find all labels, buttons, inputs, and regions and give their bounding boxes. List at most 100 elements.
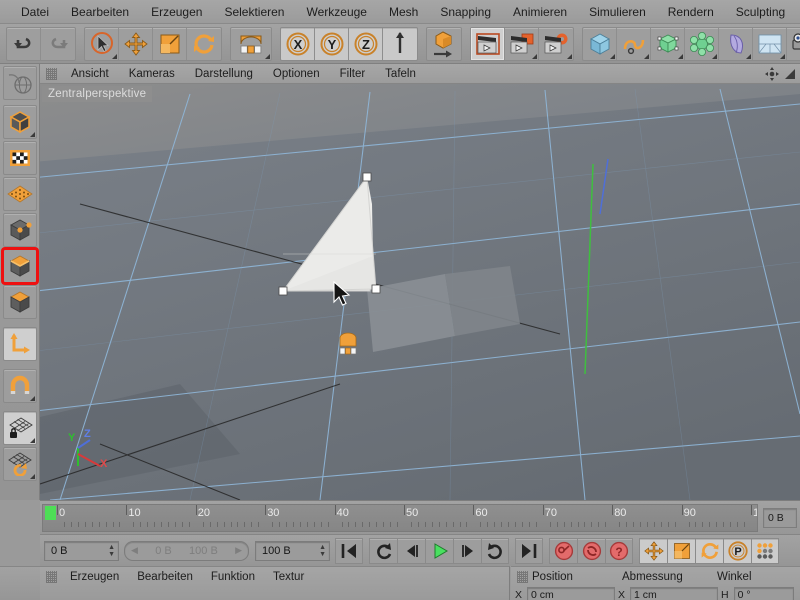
pla-keyframe-button[interactable] [751,537,779,564]
menu-item-mograph[interactable]: MoGraph [796,3,800,21]
material-menu-funktion[interactable]: Funktion [202,571,264,583]
menu-item-simulieren[interactable]: Simulieren [578,3,657,21]
move-tool-button[interactable] [119,27,153,60]
rotation-keyframe-button[interactable] [695,537,723,564]
axis-lock-y-button[interactable]: Y [315,27,349,60]
sidebar-item-polygons-mode[interactable] [2,285,37,319]
max-frame-field[interactable]: 100 B ▲ ▼ [255,540,330,561]
sidebar-item-workplane-rotate[interactable] [2,447,37,481]
timeline-tick-major [265,504,267,515]
sidebar-item-workplane-lock[interactable] [2,411,37,445]
render-region-button[interactable] [505,27,539,60]
keyframe-selection-button[interactable]: ? [605,537,633,564]
axis-lock-x-button[interactable]: X [281,27,315,60]
undo-button[interactable] [7,27,41,60]
current-frame-stepper-icon[interactable]: ▲ ▼ [108,544,115,558]
timeline-tick-minor [445,521,447,527]
timeline-tick-minor [154,521,156,527]
live-selection-button[interactable] [85,27,119,60]
axis-lock-z-button[interactable]: Z [349,27,383,60]
scale-keyframe-button[interactable] [667,537,695,564]
menu-item-rendern[interactable]: Rendern [657,3,725,21]
coordinates-angle-h-field[interactable]: 0 ° [733,587,794,600]
record-active-objects-button[interactable] [549,537,577,564]
render-view-button[interactable] [471,27,505,60]
max-frame-stepper-icon[interactable]: ▲ ▼ [319,544,326,558]
primitive-button[interactable] [583,27,617,60]
timeline-tick-minor [376,521,378,527]
environment-button[interactable] [753,27,787,60]
viewport-menu-filter[interactable]: Filter [330,68,376,80]
menu-item-selektieren[interactable]: Selektieren [213,3,295,21]
sidebar-item-snap-mode[interactable] [2,369,37,403]
timeline-tick-minor [216,521,218,527]
sidebar-item-texture-mode[interactable] [2,141,37,175]
floor-environment-icon [758,34,781,53]
preview-range-field[interactable]: ◀ 0 B 100 B ▶ [124,540,249,561]
current-frame-field[interactable]: 0 B ▲ ▼ [44,540,119,561]
autokeying-button[interactable] [577,537,605,564]
viewport-menu-optionen[interactable]: Optionen [263,68,330,80]
viewport-menu-ansicht[interactable]: Ansicht [61,68,119,80]
rotate-icon [701,542,718,559]
coordinates-size-x-field[interactable]: 1 cm [630,587,719,600]
go-to-end-button[interactable] [515,537,543,564]
go-to-start-button[interactable] [335,537,363,564]
generator-button[interactable] [651,27,685,60]
menu-item-bearbeiten[interactable]: Bearbeiten [60,3,140,21]
sidebar-item-axis-mode[interactable] [2,327,37,361]
menu-item-snapping[interactable]: Snapping [429,3,502,21]
menu-item-erzeugen[interactable]: Erzeugen [140,3,213,21]
deformer-button[interactable] [719,27,753,60]
menu-item-datei[interactable]: Datei [10,3,60,21]
sidebar-item-object-mode[interactable] [2,105,37,139]
panel-grip-icon [46,67,57,80]
viewport-menu-tafeln[interactable]: Tafeln [375,68,426,80]
previous-keyframe-button[interactable] [369,537,397,564]
menu-item-werkzeuge[interactable]: Werkzeuge [295,3,377,21]
timeline-tick-minor [383,521,385,527]
viewport-3d-scene[interactable]: Y Z X [40,84,800,500]
range-left-arrow-icon[interactable]: ◀ [131,545,138,556]
viewport-menu-darstellung[interactable]: Darstellung [185,68,263,80]
material-menu-textur[interactable]: Textur [264,571,313,583]
make-editable-button[interactable] [427,28,461,60]
redo-button[interactable] [41,28,75,60]
parameter-keyframe-button[interactable]: P [723,537,751,564]
zoom-view-icon[interactable] [782,66,798,82]
step-back-button[interactable] [397,537,425,564]
sidebar-item-world-axis[interactable] [2,66,37,100]
sidebar-item-edges-mode[interactable] [2,249,37,283]
scale-tool-button[interactable] [153,27,187,60]
menu-item-mesh[interactable]: Mesh [378,3,429,21]
viewport-menu-kameras[interactable]: Kameras [119,68,185,80]
step-forward-button[interactable] [453,537,481,564]
mograph-button[interactable] [685,27,719,60]
viewport-panel[interactable]: Ansicht Kameras Darstellung Optionen Fil… [40,64,800,500]
range-right-arrow-icon[interactable]: ▶ [235,545,242,556]
camera-button[interactable] [787,28,800,60]
next-keyframe-button[interactable] [481,537,509,564]
current-frame-value: 0 B [51,544,68,557]
play-button[interactable] [425,537,453,564]
timeline-end-field[interactable]: 0 B [763,507,797,528]
coordinates-header-position: Position [532,571,573,583]
spline-button[interactable] [617,27,651,60]
timeline-ruler[interactable]: 0 10 20 30 40 50 60 70 80 90 100 [42,503,758,532]
menu-item-sculpting[interactable]: Sculpting [725,3,796,21]
menu-item-animieren[interactable]: Animieren [502,3,578,21]
coordinates-position-x-field[interactable]: 0 cm [527,587,616,600]
rotate-tool-button[interactable] [187,28,221,60]
sidebar-item-workplane-mode[interactable] [2,177,37,211]
pan-view-icon[interactable] [764,66,780,82]
workplane-lock-icon [8,417,33,438]
sidebar-item-points-mode[interactable] [2,213,37,247]
modeling-axis-button[interactable] [231,28,271,60]
timeline-playhead[interactable] [45,505,56,520]
timeline-tick-minor [91,521,93,527]
material-menu-erzeugen[interactable]: Erzeugen [61,571,128,583]
position-keyframe-button[interactable] [639,537,667,564]
material-menu-bearbeiten[interactable]: Bearbeiten [128,571,202,583]
world-axis-button[interactable] [383,28,417,60]
render-settings-button[interactable] [539,28,573,60]
